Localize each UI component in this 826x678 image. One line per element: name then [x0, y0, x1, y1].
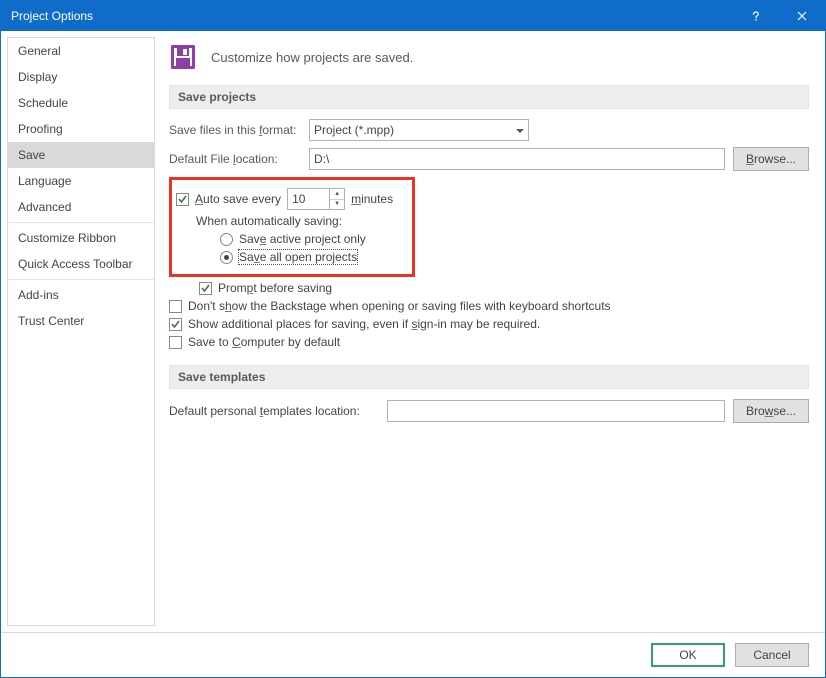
sidebar-item-general[interactable]: General — [8, 38, 154, 64]
show-places-checkbox[interactable] — [169, 318, 182, 331]
category-sidebar: General Display Schedule Proofing Save L… — [7, 37, 155, 626]
section-save-projects: Save projects — [169, 85, 809, 109]
row-templates-location: Default personal templates location: Bro… — [169, 399, 809, 423]
radio-save-active-label: Save active project only — [239, 232, 366, 246]
save-computer-checkbox[interactable] — [169, 336, 182, 349]
default-location-input[interactable] — [309, 148, 725, 170]
sidebar-divider — [8, 222, 154, 223]
spinner-up-icon[interactable]: ▲ — [330, 189, 344, 200]
sidebar-item-save[interactable]: Save — [8, 142, 154, 168]
minutes-label: minutes — [351, 192, 393, 206]
row-default-location: Default File location: Browse... — [169, 147, 809, 171]
save-icon — [169, 43, 197, 71]
sidebar-divider — [8, 279, 154, 280]
auto-save-label: Auto save every — [195, 192, 281, 206]
radio-all-row: Save all open projects — [220, 250, 406, 264]
radio-save-all[interactable] — [220, 251, 233, 264]
browse-location-button[interactable]: Browse... — [733, 147, 809, 171]
templates-location-label: Default personal templates location: — [169, 404, 379, 418]
main-panel: Customize how projects are saved. Save p… — [161, 31, 825, 632]
backstage-label: Don't show the Backstage when opening or… — [188, 299, 611, 313]
page-subtitle: Customize how projects are saved. — [211, 50, 413, 65]
chevron-down-icon — [516, 123, 524, 137]
save-format-combo[interactable]: Project (*.mpp) — [309, 119, 529, 141]
browse-templates-button[interactable]: Browse... — [733, 399, 809, 423]
section-save-templates: Save templates — [169, 365, 809, 389]
save-computer-row: Save to Computer by default — [169, 335, 809, 349]
radio-save-active[interactable] — [220, 233, 233, 246]
prompt-row: Prompt before saving — [199, 281, 809, 295]
sidebar-item-display[interactable]: Display — [8, 64, 154, 90]
help-button[interactable] — [733, 1, 779, 31]
sidebar-item-advanced[interactable]: Advanced — [8, 194, 154, 220]
auto-save-minutes-value: 10 — [288, 192, 329, 206]
prompt-label: Prompt before saving — [218, 281, 332, 295]
auto-save-minutes-spinner[interactable]: 10 ▲ ▼ — [287, 188, 345, 210]
sidebar-item-customize-ribbon[interactable]: Customize Ribbon — [8, 225, 154, 251]
when-saving-label: When automatically saving: — [196, 214, 406, 228]
row-save-format: Save files in this format: Project (*.mp… — [169, 119, 809, 141]
highlight-auto-save-area: Auto save every 10 ▲ ▼ minutes When auto… — [169, 177, 415, 277]
window-title: Project Options — [11, 9, 733, 23]
project-options-window: Project Options General Display Schedule… — [0, 0, 826, 678]
ok-button[interactable]: OK — [651, 643, 725, 667]
radio-save-all-label: Save all open projects — [239, 250, 357, 264]
backstage-row: Don't show the Backstage when opening or… — [169, 299, 809, 313]
save-format-value: Project (*.mpp) — [314, 123, 394, 137]
save-format-label: Save files in this format: — [169, 123, 301, 137]
dialog-body: General Display Schedule Proofing Save L… — [1, 31, 825, 632]
dialog-footer: OK Cancel — [1, 632, 825, 677]
show-places-row: Show additional places for saving, even … — [169, 317, 809, 331]
backstage-checkbox[interactable] — [169, 300, 182, 313]
sidebar-item-quick-access-toolbar[interactable]: Quick Access Toolbar — [8, 251, 154, 277]
auto-save-checkbox[interactable] — [176, 193, 189, 206]
save-computer-label: Save to Computer by default — [188, 335, 340, 349]
titlebar: Project Options — [1, 1, 825, 31]
sidebar-item-schedule[interactable]: Schedule — [8, 90, 154, 116]
radio-active-row: Save active project only — [220, 232, 406, 246]
auto-save-row: Auto save every 10 ▲ ▼ minutes — [176, 188, 406, 210]
cancel-button[interactable]: Cancel — [735, 643, 809, 667]
sidebar-item-add-ins[interactable]: Add-ins — [8, 282, 154, 308]
sidebar-item-language[interactable]: Language — [8, 168, 154, 194]
templates-location-input[interactable] — [387, 400, 725, 422]
sidebar-item-proofing[interactable]: Proofing — [8, 116, 154, 142]
default-location-label: Default File location: — [169, 152, 301, 166]
close-button[interactable] — [779, 1, 825, 31]
sidebar-item-trust-center[interactable]: Trust Center — [8, 308, 154, 334]
page-header: Customize how projects are saved. — [169, 43, 809, 71]
show-places-label: Show additional places for saving, even … — [188, 317, 540, 331]
spinner-down-icon[interactable]: ▼ — [330, 200, 344, 210]
prompt-checkbox[interactable] — [199, 282, 212, 295]
